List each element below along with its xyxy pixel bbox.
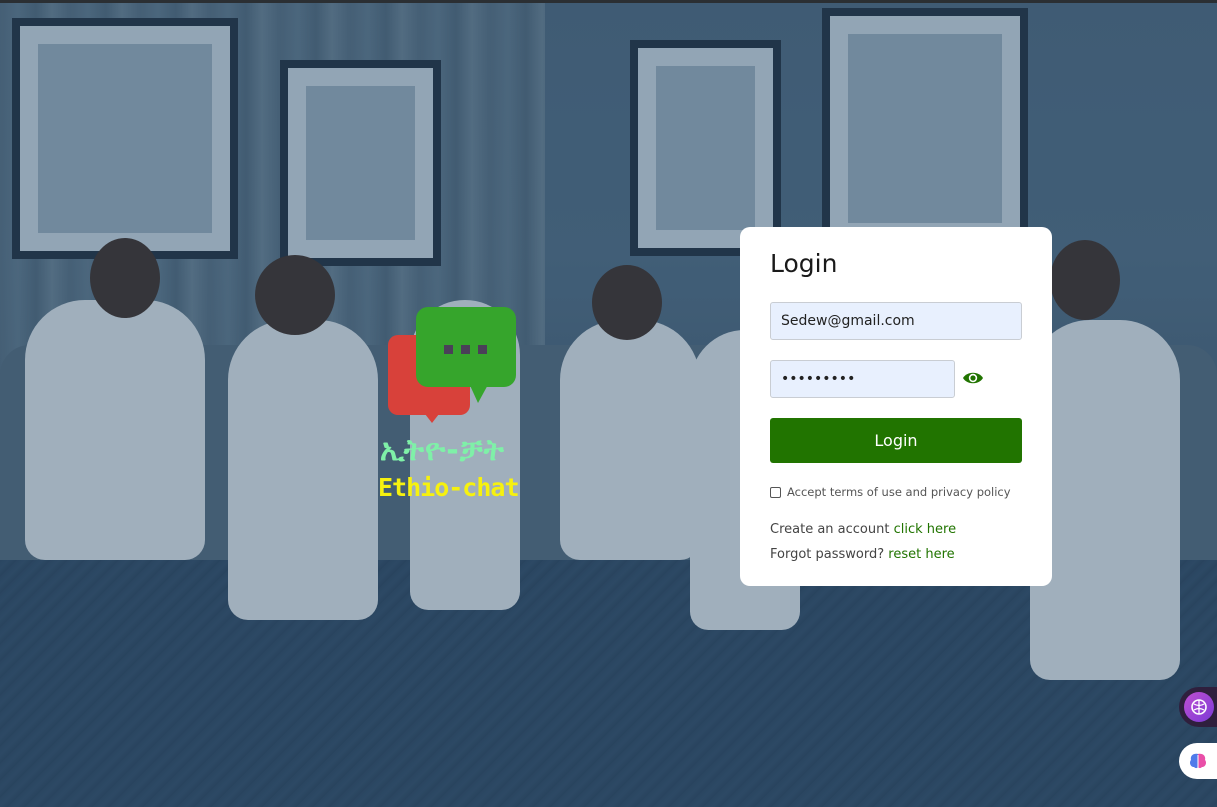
login-button[interactable]: Login: [770, 418, 1022, 463]
forgot-password-row: Forgot password? reset here: [770, 547, 955, 562]
ethio-chat-logo: ኢትዮ-ቻት Ethio-chat: [378, 305, 528, 505]
top-border: [0, 0, 1217, 3]
logo-amharic-text: ኢትዮ-ቻት: [380, 433, 505, 468]
create-account-link[interactable]: click here: [894, 522, 956, 537]
chat-bubble-green-icon: [416, 307, 516, 387]
chat-bubble-green-tail: [468, 381, 490, 403]
logo-latin-text: Ethio-chat: [378, 473, 520, 502]
login-title: Login: [770, 249, 838, 278]
typing-dot: [478, 345, 487, 354]
extension-button-secondary[interactable]: [1179, 743, 1217, 779]
eye-icon[interactable]: [962, 369, 984, 387]
terms-row: Accept terms of use and privacy policy: [770, 484, 1040, 500]
create-account-row: Create an account click here: [770, 522, 956, 537]
extension-button-primary[interactable]: [1179, 687, 1217, 727]
typing-dot: [461, 345, 470, 354]
brain-icon: [1190, 753, 1206, 769]
brain-icon: [1184, 692, 1214, 722]
email-field[interactable]: Sedew@gmail.com: [770, 302, 1022, 340]
terms-label: Accept terms of use and privacy policy: [787, 485, 1011, 499]
typing-dot: [444, 345, 453, 354]
chat-bubble-red-tail: [418, 405, 446, 423]
create-account-text: Create an account: [770, 522, 894, 537]
reset-password-link[interactable]: reset here: [888, 547, 954, 562]
terms-checkbox[interactable]: [770, 486, 781, 498]
forgot-password-text: Forgot password?: [770, 547, 889, 562]
password-field[interactable]: •••••••••: [770, 360, 955, 398]
login-card: Login Sedew@gmail.com ••••••••• Login Ac…: [740, 227, 1052, 586]
page: ኢትዮ-ቻት Ethio-chat Login Sedew@gmail.com …: [0, 0, 1217, 807]
